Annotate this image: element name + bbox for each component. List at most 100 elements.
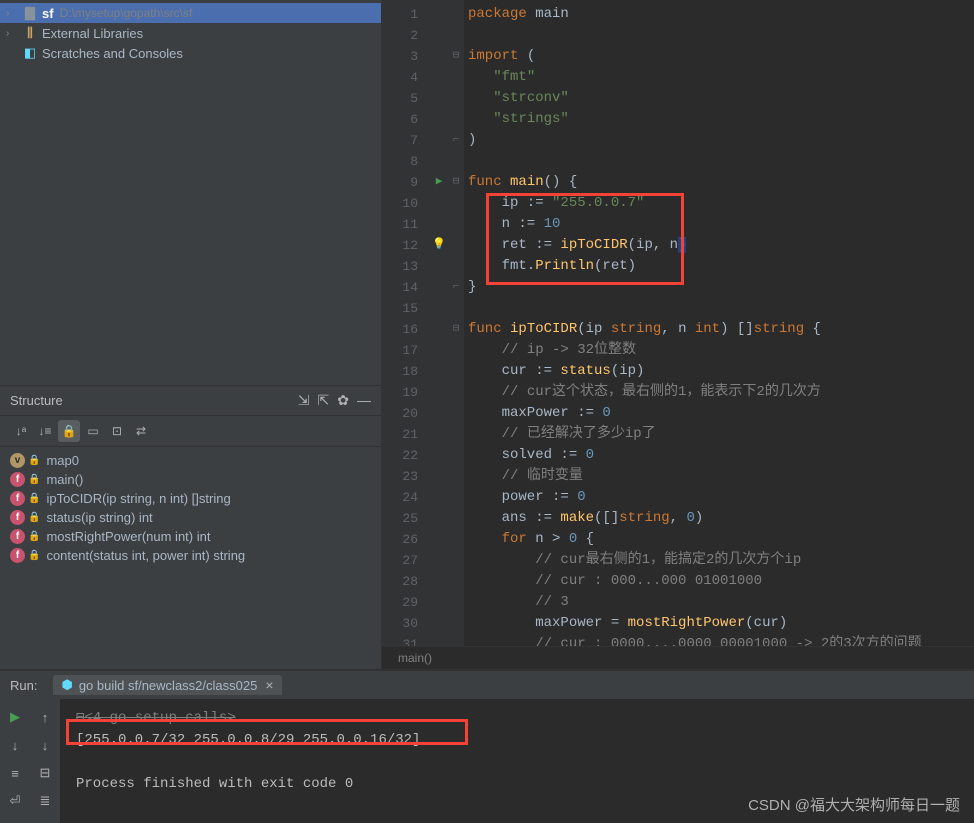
rerun-icon[interactable]: ▶ <box>3 705 27 729</box>
code-line[interactable]: n := 10 <box>468 214 974 235</box>
line-number[interactable]: 21 <box>382 424 430 445</box>
structure-item[interactable]: f🔒ipToCIDR(ip string, n int) []string <box>0 489 381 508</box>
autoscroll-icon[interactable]: ⇄ <box>130 420 152 442</box>
line-number[interactable]: 1 <box>382 4 430 25</box>
line-number[interactable]: 23 <box>382 466 430 487</box>
code-line[interactable] <box>468 25 974 46</box>
code-line[interactable]: fmt.Println(ret) <box>468 256 974 277</box>
hide-icon[interactable]: — <box>357 392 371 409</box>
line-number[interactable]: 20 <box>382 403 430 424</box>
down-icon[interactable]: ↓ <box>33 733 57 757</box>
sort-icon[interactable]: ↓≡ <box>34 420 56 442</box>
intention-bulb-icon[interactable]: 💡 <box>430 235 448 256</box>
code-line[interactable]: func ipToCIDR(ip string, n int) []string… <box>468 319 974 340</box>
code-line[interactable]: "strings" <box>468 109 974 130</box>
code-line[interactable] <box>468 298 974 319</box>
line-number[interactable]: 28 <box>382 571 430 592</box>
line-number[interactable]: 7 <box>382 130 430 151</box>
code-line[interactable]: func main() { <box>468 172 974 193</box>
fold-icon[interactable]: ⊟ <box>448 172 464 193</box>
structure-item[interactable]: v🔒map0 <box>0 451 381 470</box>
code-line[interactable]: ans := make([]string, 0) <box>468 508 974 529</box>
breadcrumb[interactable]: main() <box>382 646 974 669</box>
fold-icon[interactable]: ⌐ <box>448 130 464 151</box>
code-line[interactable]: // ip -> 32位整数 <box>468 340 974 361</box>
code-line[interactable]: for n > 0 { <box>468 529 974 550</box>
filter-icon[interactable]: 🔒 <box>58 420 80 442</box>
stop-icon[interactable]: ↓ <box>3 733 27 757</box>
line-number[interactable]: 18 <box>382 361 430 382</box>
code-line[interactable]: ) <box>468 130 974 151</box>
line-number[interactable]: 16 <box>382 319 430 340</box>
code-line[interactable]: import ( <box>468 46 974 67</box>
show-fields-icon[interactable]: ▭ <box>82 420 104 442</box>
line-number[interactable]: 29 <box>382 592 430 613</box>
structure-item[interactable]: f🔒mostRightPower(num int) int <box>0 527 381 546</box>
external-libraries[interactable]: › ⫼ External Libraries <box>0 23 381 43</box>
line-number[interactable]: 5 <box>382 88 430 109</box>
line-number[interactable]: 27 <box>382 550 430 571</box>
line-number[interactable]: 17 <box>382 340 430 361</box>
settings-icon[interactable]: ✿ <box>337 392 349 409</box>
line-number[interactable]: 8 <box>382 151 430 172</box>
fold-icon[interactable]: ⊟ <box>448 319 464 340</box>
up-icon[interactable]: ↑ <box>33 705 57 729</box>
code-line[interactable]: // 已经解决了多少ip了 <box>468 424 974 445</box>
code-line[interactable]: // 3 <box>468 592 974 613</box>
soft-wrap-icon[interactable]: ⊟ <box>33 761 57 785</box>
breadcrumb-item[interactable]: main() <box>398 651 432 665</box>
code-line[interactable]: power := 0 <box>468 487 974 508</box>
line-number[interactable]: 3 <box>382 46 430 67</box>
code-line[interactable]: // cur这个状态，最右侧的1，能表示下2的几次方 <box>468 382 974 403</box>
line-number[interactable]: 9 <box>382 172 430 193</box>
code-line[interactable]: // cur最右侧的1，能搞定2的几次方个ip <box>468 550 974 571</box>
code-line[interactable]: "fmt" <box>468 67 974 88</box>
show-inherited-icon[interactable]: ⊡ <box>106 420 128 442</box>
wrap-icon[interactable]: ⏎ <box>3 789 27 813</box>
expand-all-icon[interactable]: ⇲ <box>298 392 310 409</box>
line-number[interactable]: 12 <box>382 235 430 256</box>
sort-alpha-icon[interactable]: ↓ᵃ <box>10 420 32 442</box>
code-line[interactable]: ip := "255.0.0.7" <box>468 193 974 214</box>
code-line[interactable]: } <box>468 277 974 298</box>
line-number[interactable]: 19 <box>382 382 430 403</box>
line-number[interactable]: 15 <box>382 298 430 319</box>
line-number[interactable]: 13 <box>382 256 430 277</box>
line-number[interactable]: 24 <box>382 487 430 508</box>
fold-icon[interactable]: ⊟ <box>448 46 464 67</box>
line-number[interactable]: 10 <box>382 193 430 214</box>
code-editor[interactable]: 1234567891011121314151617181920212223242… <box>382 0 974 646</box>
project-root[interactable]: › ▇ sf D:\mysetup\gopath\src\sf <box>0 3 381 23</box>
line-number[interactable]: 2 <box>382 25 430 46</box>
scratches-consoles[interactable]: ◧ Scratches and Consoles <box>0 43 381 63</box>
code-line[interactable]: package main <box>468 4 974 25</box>
close-icon[interactable]: × <box>265 677 273 693</box>
code-line[interactable]: "strconv" <box>468 88 974 109</box>
code-lines[interactable]: package main import ( "fmt" "strconv" "st… <box>464 0 974 646</box>
structure-item[interactable]: f🔒content(status int, power int) string <box>0 546 381 565</box>
code-line[interactable] <box>468 151 974 172</box>
code-line[interactable]: ret := ipToCIDR(ip, n) <box>468 235 974 256</box>
run-tab[interactable]: ⬢ go build sf/newclass2/class025 × <box>53 675 281 695</box>
code-line[interactable]: solved := 0 <box>468 445 974 466</box>
line-number[interactable]: 11 <box>382 214 430 235</box>
scroll-icon[interactable]: ≣ <box>33 789 57 813</box>
run-gutter-icon[interactable]: ▶ <box>430 172 448 193</box>
code-line[interactable]: // 临时变量 <box>468 466 974 487</box>
line-number[interactable]: 25 <box>382 508 430 529</box>
code-line[interactable]: // cur : 000...000 01001000 <box>468 571 974 592</box>
layout-icon[interactable]: ≡ <box>3 761 27 785</box>
line-number[interactable]: 4 <box>382 67 430 88</box>
code-line[interactable]: // cur : 0000....0000 00001000 -> 2的3次方的… <box>468 634 974 646</box>
chevron-right-icon[interactable]: › <box>6 8 18 19</box>
line-number[interactable]: 22 <box>382 445 430 466</box>
code-line[interactable]: maxPower = mostRightPower(cur) <box>468 613 974 634</box>
code-line[interactable]: cur := status(ip) <box>468 361 974 382</box>
structure-item[interactable]: f🔒status(ip string) int <box>0 508 381 527</box>
line-number[interactable]: 14 <box>382 277 430 298</box>
chevron-right-icon[interactable]: › <box>6 28 18 39</box>
collapse-all-icon[interactable]: ⇱ <box>318 392 330 409</box>
line-number[interactable]: 30 <box>382 613 430 634</box>
line-number[interactable]: 6 <box>382 109 430 130</box>
line-number[interactable]: 31 <box>382 634 430 646</box>
